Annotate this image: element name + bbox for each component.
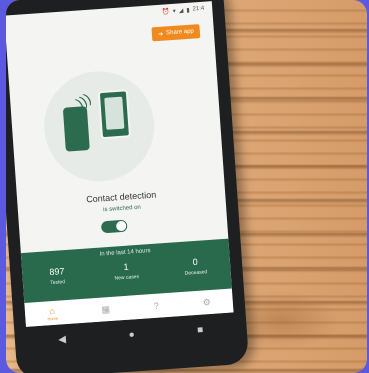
share-app-button[interactable]: ➔ Share app: [151, 24, 201, 42]
nav-help[interactable]: ?: [154, 301, 160, 311]
signal-icon: ◢: [178, 7, 184, 14]
stat-deceased: 0 Deceased: [165, 255, 226, 278]
contact-detection-toggle[interactable]: [100, 219, 128, 234]
smartphone: ⏰ ▾ ◢ ▮ 21:4 ➔ Share app ))) Contact det…: [6, 0, 250, 373]
nav-home-label: Home: [47, 315, 59, 321]
stat-new-cases: 1 New cases: [96, 260, 157, 283]
phone-illustration-right: [97, 89, 132, 140]
share-app-label: Share app: [165, 28, 195, 37]
recents-icon[interactable]: ■: [197, 324, 204, 335]
arrow-right-icon: ➔: [157, 31, 164, 38]
home-circle-icon[interactable]: ●: [128, 329, 135, 340]
calendar-icon: ▦: [101, 303, 111, 315]
gear-icon: ⚙: [202, 296, 212, 308]
stat-label: New cases: [114, 273, 140, 282]
phone-screen: ⏰ ▾ ◢ ▮ 21:4 ➔ Share app ))) Contact det…: [6, 1, 234, 327]
home-icon: ⌂: [49, 305, 56, 316]
stat-label: Tested: [50, 279, 66, 287]
wifi-icon: ▾: [172, 8, 176, 15]
stat-tested: 897 Tested: [27, 265, 88, 288]
photo-frame: ⏰ ▾ ◢ ▮ 21:4 ➔ Share app ))) Contact det…: [6, 0, 367, 373]
phone-illustration-left: [62, 106, 90, 152]
nav-home[interactable]: ⌂ Home: [47, 305, 59, 321]
stat-value: 1: [123, 261, 129, 272]
status-time: 21:4: [192, 5, 205, 13]
help-icon: ?: [153, 300, 160, 311]
battery-icon: ▮: [186, 7, 190, 14]
toggle-knob: [115, 220, 127, 232]
nav-settings[interactable]: ⚙: [202, 296, 211, 308]
contact-illustration: ))): [40, 67, 158, 186]
nav-calendar[interactable]: ▦: [101, 304, 110, 316]
stat-label: Deceased: [184, 269, 208, 277]
stat-value: 897: [49, 266, 65, 278]
stat-value: 0: [192, 256, 199, 268]
alarm-icon: ⏰: [162, 8, 170, 16]
back-icon[interactable]: ◀: [58, 334, 66, 346]
